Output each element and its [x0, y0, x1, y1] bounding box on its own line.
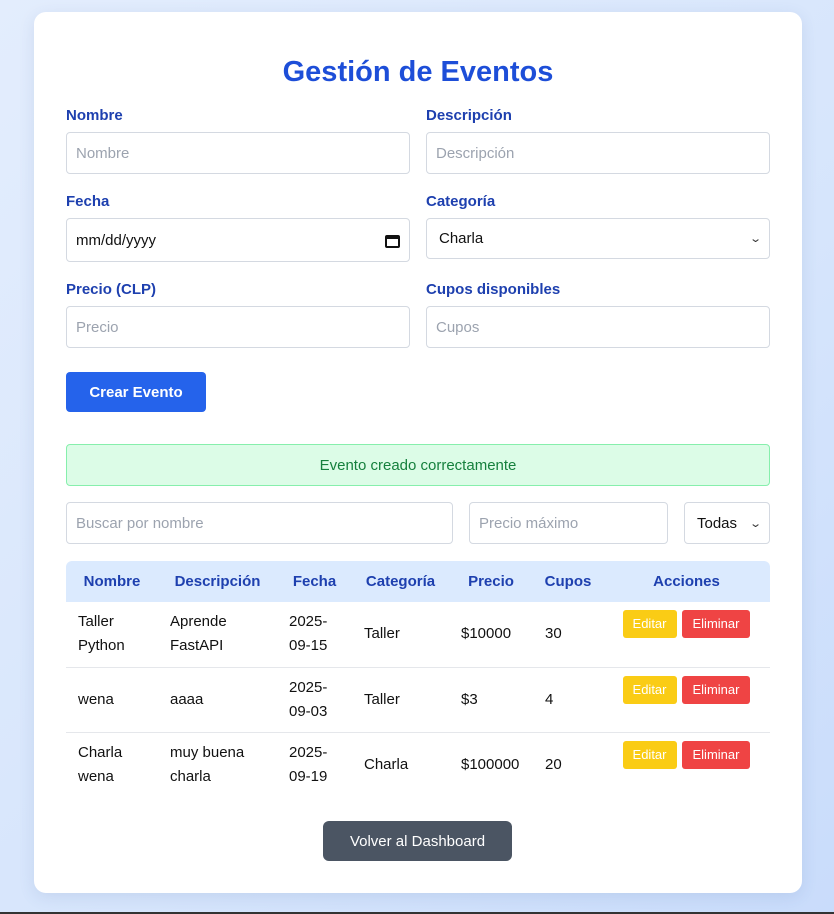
cell-categoria: Charla — [364, 755, 409, 773]
cell-descripcion: aaaa — [158, 667, 277, 733]
cell-precio: $10000 — [449, 602, 533, 668]
fecha-date-input[interactable]: mm/dd/yyyy — [66, 218, 410, 262]
table-row: Charla wena muy buena charla 2025-09-19 … — [66, 732, 770, 797]
delete-button[interactable]: Eliminar — [681, 740, 751, 769]
max-price-input[interactable] — [469, 502, 668, 544]
cell-descripcion: Aprende FastAPI — [158, 602, 277, 668]
cell-fecha: 2025-09-15 — [277, 602, 352, 668]
cell-acciones: Editar Eliminar — [603, 667, 770, 733]
delete-button[interactable]: Eliminar — [681, 610, 751, 638]
edit-button[interactable]: Editar — [622, 675, 677, 704]
cell-categoria: Taller — [352, 602, 449, 668]
cell-categoria: Taller — [352, 667, 449, 733]
cell-nombre: Charla wena — [78, 743, 123, 785]
cell-nombre: Taller Python — [66, 602, 158, 668]
cupos-label: Cupos disponibles — [426, 281, 561, 298]
cell-acciones: Editar Eliminar — [603, 732, 770, 797]
cell-descripcion: muy buena charla — [170, 743, 245, 785]
delete-button[interactable]: Eliminar — [681, 675, 751, 704]
cell-acciones: Editar Eliminar — [603, 602, 770, 668]
chevron-down-icon: ⌄ — [748, 233, 762, 245]
cell-precio: $3 — [449, 667, 533, 733]
header-precio: Precio — [449, 561, 533, 602]
cell-fecha: 2025-09-03 — [277, 667, 352, 733]
header-categoria: Categoría — [352, 561, 449, 602]
edit-button[interactable]: Editar — [622, 740, 677, 769]
back-to-dashboard-button[interactable]: Volver al Dashboard — [323, 821, 512, 861]
precio-label: Precio (CLP) — [66, 281, 157, 298]
categoria-select[interactable]: Charla ⌄ — [426, 218, 770, 259]
category-filter-selected: Todas — [697, 514, 738, 532]
edit-button[interactable]: Editar — [622, 610, 677, 638]
cell-fecha: 2025-09-19 — [289, 743, 328, 785]
cell-precio: $100000 — [461, 755, 520, 773]
crear-evento-button[interactable]: Crear Evento — [66, 372, 206, 412]
calendar-icon[interactable] — [385, 233, 400, 248]
header-descripcion: Descripción — [158, 561, 277, 602]
header-acciones: Acciones — [603, 561, 770, 602]
header-nombre: Nombre — [66, 561, 158, 602]
cell-nombre: wena — [66, 667, 158, 733]
fecha-value: mm/dd/yyyy — [76, 231, 157, 249]
nombre-label: Nombre — [66, 107, 123, 124]
search-input[interactable] — [66, 502, 453, 544]
fecha-label: Fecha — [66, 193, 110, 210]
cupos-input[interactable] — [426, 306, 770, 348]
cell-cupos: 4 — [533, 667, 603, 733]
table-header-row: Nombre Descripción Fecha Categoría Preci… — [66, 561, 770, 602]
descripcion-label: Descripción — [426, 107, 512, 124]
success-alert: Evento creado correctamente — [66, 444, 770, 486]
categoria-label: Categoría — [426, 193, 496, 210]
header-fecha: Fecha — [277, 561, 352, 602]
chevron-down-icon: ⌄ — [748, 517, 762, 530]
descripcion-input[interactable] — [426, 132, 770, 174]
precio-input[interactable] — [66, 306, 410, 348]
cell-cupos: 30 — [533, 602, 603, 668]
events-table: Nombre Descripción Fecha Categoría Preci… — [66, 561, 770, 797]
categoria-selected: Charla — [439, 230, 484, 247]
category-filter-select[interactable]: Todas ⌄ — [684, 502, 770, 544]
header-cupos: Cupos — [533, 561, 603, 602]
cell-cupos: 20 — [545, 755, 562, 773]
nombre-input[interactable] — [66, 132, 410, 174]
table-row: wena aaaa 2025-09-03 Taller $3 4 Editar E… — [66, 667, 770, 733]
page-title: Gestión de Eventos — [282, 56, 554, 88]
table-row: Taller Python Aprende FastAPI 2025-09-15… — [66, 602, 770, 668]
